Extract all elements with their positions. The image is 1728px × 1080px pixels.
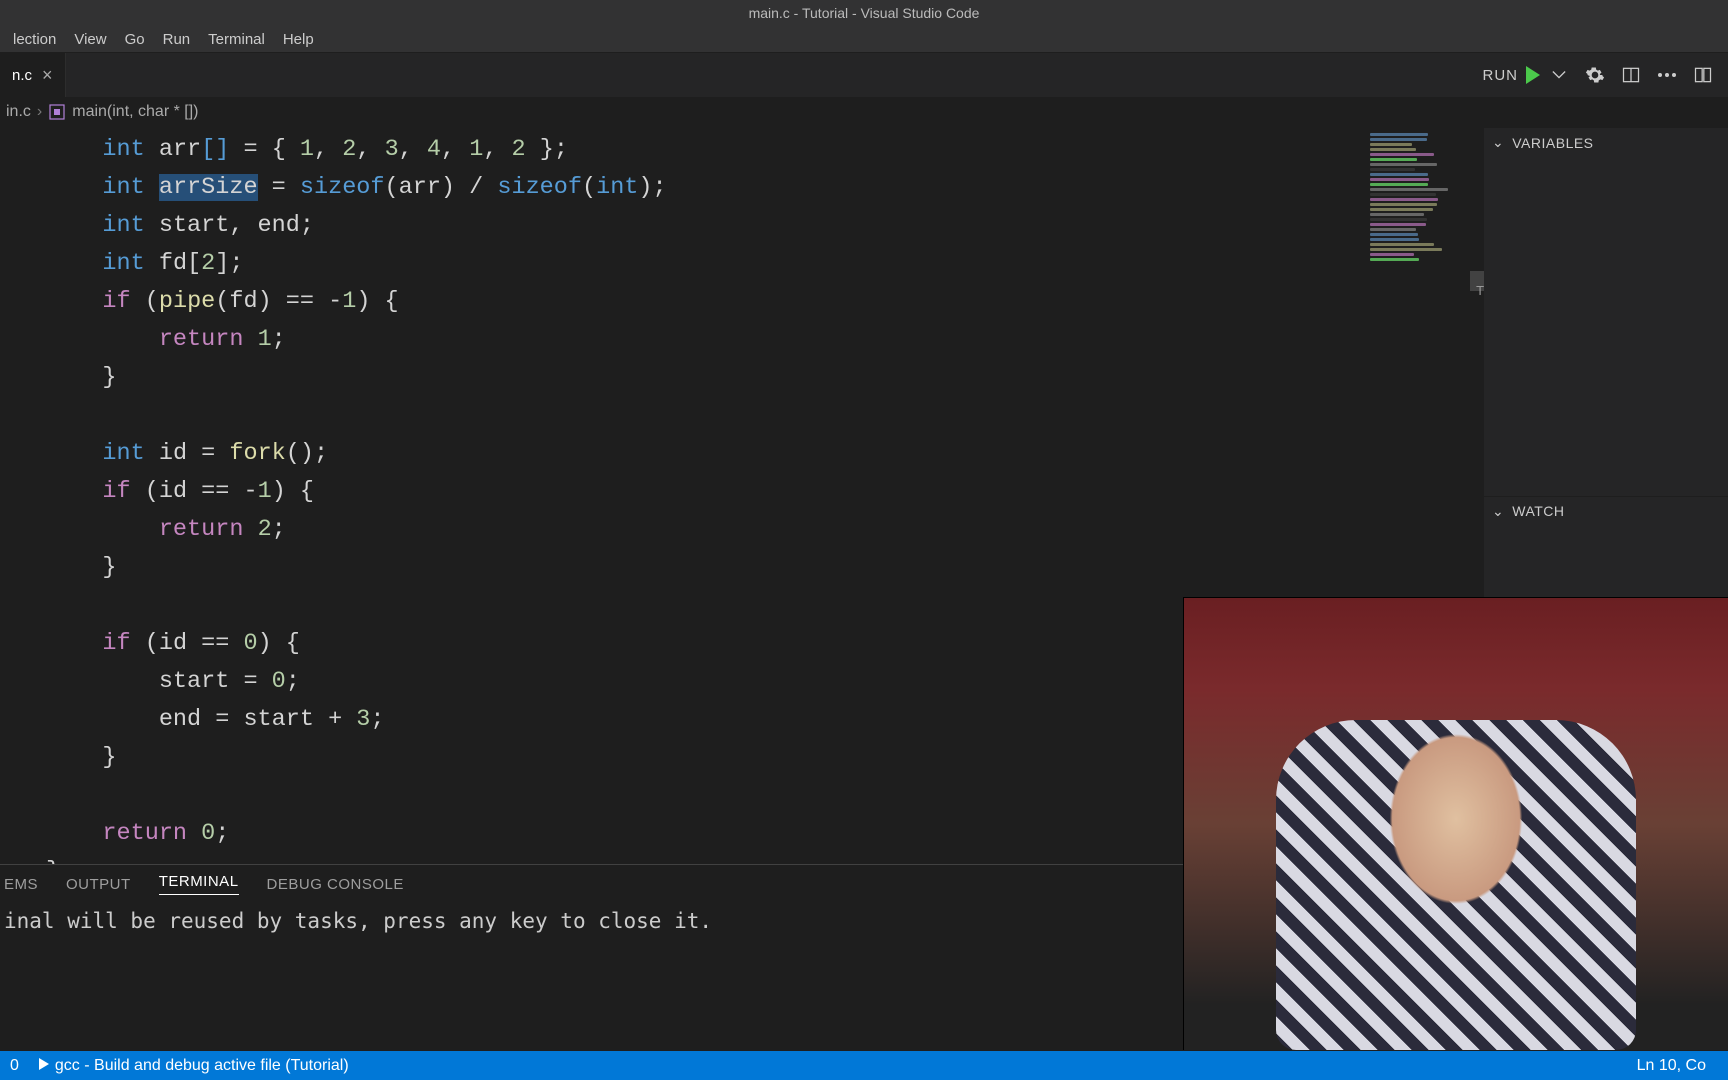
close-icon[interactable]: × [42,65,53,86]
window-titlebar: main.c - Tutorial - Visual Studio Code [0,0,1728,26]
minimap-line [1370,153,1434,156]
tab-actions: RUN [1483,53,1728,97]
minimap-line [1370,193,1436,196]
minimap-line [1370,163,1437,166]
editor-tab-main-c[interactable]: n.c × [0,53,66,97]
webcam-overlay [1183,597,1728,1050]
code-line[interactable]: int start, end; [46,207,1366,245]
breadcrumb[interactable]: in.c › main(int, char * []) [0,97,1728,127]
code-line[interactable]: return 2; [46,511,1366,549]
minimap-line [1370,228,1416,231]
status-build-task[interactable]: gcc - Build and debug active file (Tutor… [39,1057,349,1075]
minimap-line [1370,198,1438,201]
symbol-icon [48,103,66,121]
status-task-label: gcc - Build and debug active file (Tutor… [55,1057,349,1074]
bottom-tab-ems[interactable]: EMS [4,876,38,893]
tab-filename: n.c [12,67,32,84]
status-error-count[interactable]: 0 [10,1057,19,1075]
play-icon [39,1058,49,1070]
code-line[interactable] [46,777,1366,815]
minimap-line [1370,178,1429,181]
minimap-line [1370,223,1426,226]
bottom-tab-debug-console[interactable]: DEBUG CONSOLE [267,876,404,893]
minimap-line [1370,238,1419,241]
minimap-line [1370,188,1448,191]
run-label: RUN [1483,67,1519,84]
minimap-line [1370,158,1417,161]
code-line[interactable]: end = start + 3; [46,701,1366,739]
menu-terminal[interactable]: Terminal [199,31,274,48]
bottom-tab-output[interactable]: OUTPUT [66,876,131,893]
minimap-line [1370,148,1416,151]
watch-label: WATCH [1512,503,1564,519]
minimap-line [1370,243,1434,246]
code-line[interactable]: if (id == 0) { [46,625,1366,663]
minimap-line [1370,253,1414,256]
menu-run[interactable]: Run [154,31,200,48]
more-icon[interactable] [1656,64,1678,86]
watch-panel-header[interactable]: ⌄ WATCH [1484,496,1728,526]
minimap-line [1370,183,1428,186]
menu-go[interactable]: Go [116,31,154,48]
minimap-line [1370,248,1442,251]
scrollbar-marker: T [1476,283,1484,298]
split-editor-icon[interactable] [1620,64,1642,86]
code-line[interactable]: int fd[2]; [46,245,1366,283]
gear-icon[interactable] [1584,64,1606,86]
code-line[interactable]: return 0; [46,815,1366,853]
code-line[interactable]: int id = fork(); [46,435,1366,473]
breadcrumb-symbol[interactable]: main(int, char * []) [72,103,198,121]
bottom-tab-terminal[interactable]: TERMINAL [159,873,239,895]
run-button-group: RUN [1483,64,1571,86]
minimap-line [1370,173,1428,176]
code-line[interactable]: if (id == -1) { [46,473,1366,511]
minimap-line [1370,258,1419,261]
code-line[interactable]: int arrSize = sizeof(arr) / sizeof(int); [46,169,1366,207]
code-line[interactable]: } [46,359,1366,397]
minimap-line [1370,213,1424,216]
minimap-line [1370,208,1433,211]
code-line[interactable] [46,587,1366,625]
window-title: main.c - Tutorial - Visual Studio Code [749,5,980,21]
minimap-line [1370,233,1418,236]
minimap-line [1370,143,1412,146]
menu-lection[interactable]: lection [4,31,65,48]
person-silhouette [1276,720,1636,1050]
code-line[interactable]: } [46,549,1366,587]
menu-help[interactable]: Help [274,31,323,48]
menubar: lectionViewGoRunTerminalHelp [0,26,1728,53]
code-line[interactable]: int arr[] = { 1, 2, 3, 4, 1, 2 }; [46,131,1366,169]
layout-icon[interactable] [1692,64,1714,86]
menu-view[interactable]: View [65,31,115,48]
chevron-right-icon: › [37,103,42,121]
status-cursor-position[interactable]: Ln 10, Co [1637,1057,1718,1075]
chevron-down-icon: ⌄ [1492,503,1504,520]
code-line[interactable]: if (pipe(fd) == -1) { [46,283,1366,321]
variables-panel-header[interactable]: ⌄ VARIABLES [1484,127,1728,157]
code-line[interactable] [46,397,1366,435]
chevron-down-icon: ⌄ [1492,134,1504,151]
minimap-line [1370,218,1427,221]
breadcrumb-file[interactable]: in.c [6,103,31,121]
variables-panel-body [1484,157,1728,496]
chevron-down-icon[interactable] [1548,64,1570,86]
variables-label: VARIABLES [1512,135,1593,151]
minimap-line [1370,133,1428,136]
code-line[interactable]: start = 0; [46,663,1366,701]
minimap-line [1370,138,1427,141]
minimap-line [1370,203,1437,206]
statusbar: 0 gcc - Build and debug active file (Tut… [0,1051,1728,1080]
code-editor[interactable]: int arr[] = { 1, 2, 3, 4, 1, 2 }; int ar… [0,127,1366,864]
code-line[interactable]: return 1; [46,321,1366,359]
editor-tabbar: n.c × RUN [0,53,1728,97]
minimap-line [1370,168,1415,171]
code-line[interactable]: } [46,739,1366,777]
play-icon[interactable] [1526,66,1540,84]
